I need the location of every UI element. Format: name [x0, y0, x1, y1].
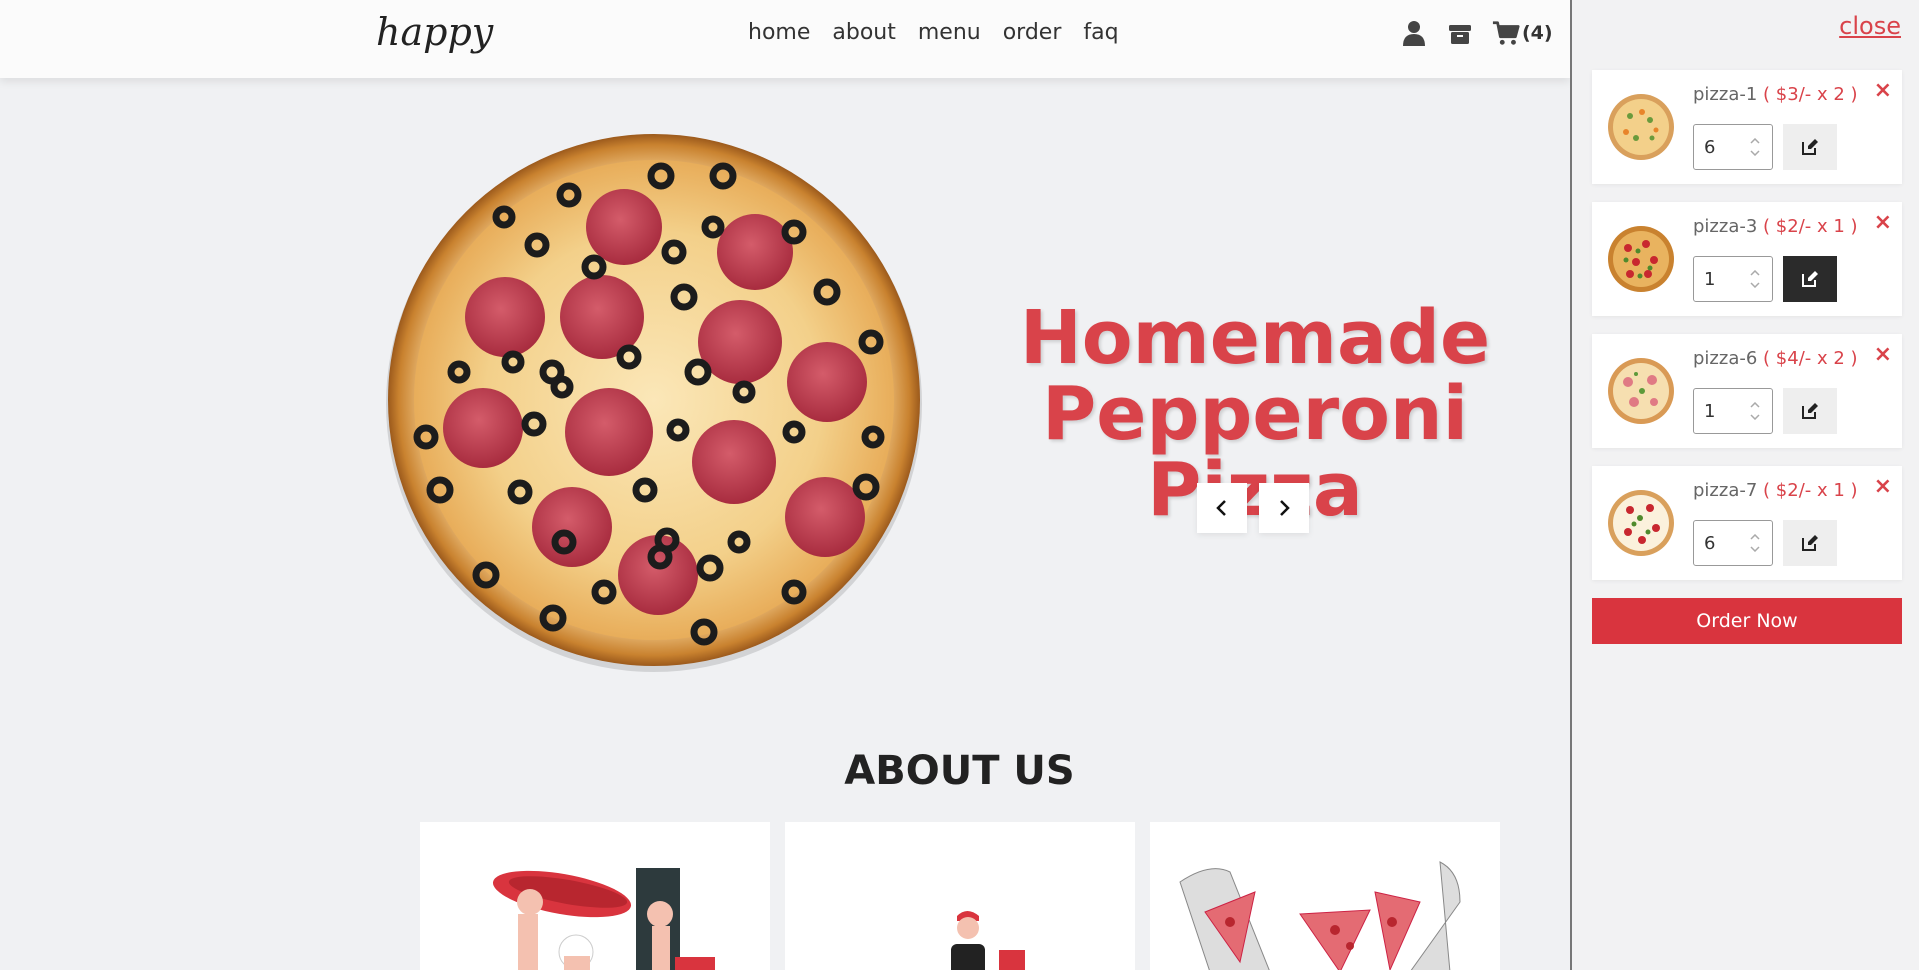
pizza-thumbnail — [1608, 226, 1674, 292]
cart-item-name: pizza-7 ( $2/- x 1 ) — [1693, 480, 1858, 501]
update-button[interactable] — [1783, 520, 1837, 566]
delivery-illustration — [951, 911, 1025, 970]
pizza-slices-illustration — [1179, 861, 1461, 970]
pizza-thumbnail — [1608, 94, 1674, 160]
cart-count: (4) — [1522, 22, 1553, 44]
spinner-icon[interactable] — [1748, 270, 1762, 288]
cart-item: pizza-6 ( $4/- x 2 ) × — [1592, 334, 1902, 448]
update-button[interactable] — [1783, 256, 1837, 302]
update-button[interactable] — [1783, 124, 1837, 170]
quantity-input[interactable] — [1704, 532, 1740, 554]
cart-icon — [1492, 18, 1520, 48]
about-card-3 — [1150, 822, 1500, 970]
hero-title-line2: Pepperoni Pizza — [1042, 371, 1468, 533]
user-icon[interactable] — [1400, 18, 1428, 48]
hero-title-line1: Homemade — [1019, 295, 1491, 381]
quantity-input[interactable] — [1704, 400, 1740, 422]
cart-item-name: pizza-6 ( $4/- x 2 ) — [1693, 348, 1858, 369]
chevron-left-icon — [1216, 500, 1226, 516]
cart-item-name: pizza-1 ( $3/- x 2 ) — [1693, 84, 1858, 105]
remove-item-icon[interactable]: × — [1874, 342, 1892, 367]
quantity-stepper[interactable] — [1693, 124, 1773, 170]
edit-icon — [1802, 535, 1818, 551]
close-cart-link[interactable]: close — [1839, 12, 1901, 40]
about-card-2 — [785, 822, 1135, 970]
remove-item-icon[interactable]: × — [1874, 210, 1892, 235]
edit-icon — [1802, 403, 1818, 419]
quantity-stepper[interactable] — [1693, 256, 1773, 302]
logo[interactable]: happy — [376, 10, 493, 54]
header-icons: (4) — [1400, 18, 1553, 48]
spinner-icon[interactable] — [1748, 138, 1762, 156]
quantity-stepper[interactable] — [1693, 388, 1773, 434]
main-nav: home about menu order faq — [748, 20, 1119, 45]
pizza-thumbnail — [1608, 490, 1674, 556]
chef-illustration — [492, 868, 715, 970]
quantity-stepper[interactable] — [1693, 520, 1773, 566]
hero-title: Homemade Pepperoni Pizza — [930, 300, 1580, 528]
nav-menu[interactable]: menu — [918, 20, 981, 45]
box-icon[interactable] — [1446, 18, 1474, 48]
remove-item-icon[interactable]: × — [1874, 78, 1892, 103]
about-title: ABOUT US — [844, 748, 1075, 794]
cart-item: pizza-7 ( $2/- x 1 ) × — [1592, 466, 1902, 580]
order-now-button[interactable]: Order Now — [1592, 598, 1902, 644]
nav-order[interactable]: order — [1003, 20, 1062, 45]
spinner-icon[interactable] — [1748, 534, 1762, 552]
remove-item-icon[interactable]: × — [1874, 474, 1892, 499]
pizza-thumbnail — [1608, 358, 1674, 424]
quantity-input[interactable] — [1704, 136, 1740, 158]
edit-icon — [1802, 139, 1818, 155]
spinner-icon[interactable] — [1748, 402, 1762, 420]
edit-icon — [1802, 271, 1818, 287]
hero-pizza-image — [384, 132, 924, 672]
cart-button[interactable]: (4) — [1492, 18, 1553, 48]
slider-prev-button[interactable] — [1197, 483, 1247, 533]
cart-item: pizza-1 ( $3/- x 2 ) × — [1592, 70, 1902, 184]
cart-item-name: pizza-3 ( $2/- x 1 ) — [1693, 216, 1858, 237]
nav-faq[interactable]: faq — [1083, 20, 1118, 45]
nav-about[interactable]: about — [832, 20, 895, 45]
quantity-input[interactable] — [1704, 268, 1740, 290]
about-card-1 — [420, 822, 770, 970]
update-button[interactable] — [1783, 388, 1837, 434]
site-header: happy home about menu order faq (4) — [0, 0, 1570, 78]
nav-home[interactable]: home — [748, 20, 810, 45]
cart-item: pizza-3 ( $2/- x 1 ) × — [1592, 202, 1902, 316]
cart-panel: close pizza-1 ( $3/- x 2 ) × 6 pizza-3 (… — [1570, 0, 1919, 970]
slider-next-button[interactable] — [1259, 483, 1309, 533]
chevron-right-icon — [1280, 500, 1290, 516]
